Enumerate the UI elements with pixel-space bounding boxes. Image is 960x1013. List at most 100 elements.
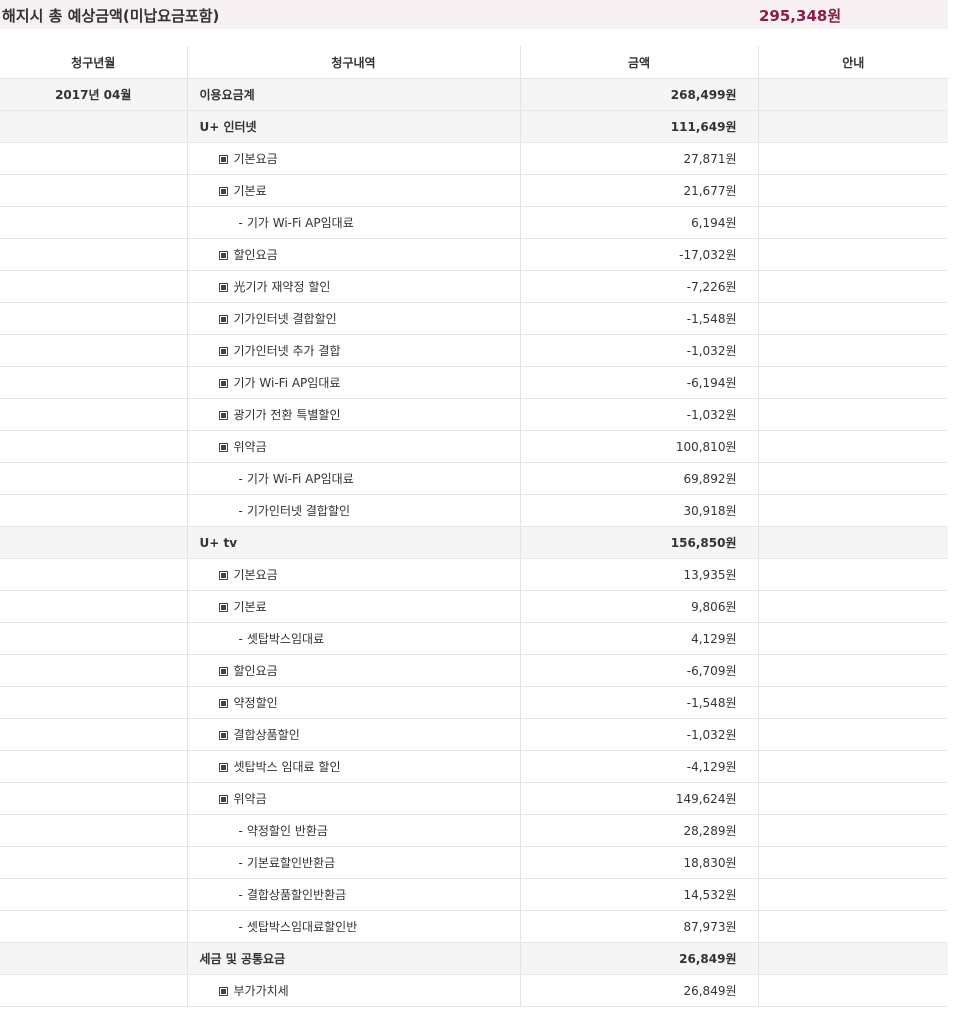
billing-month-cell [0, 686, 187, 719]
billing-item-cell: - 기가 Wi-Fi AP임대료 [186, 462, 520, 495]
filled-square-icon [218, 283, 228, 292]
billing-month-cell [0, 334, 187, 367]
billing-item-cell: 약정할인 [186, 686, 520, 719]
filled-square-icon [218, 443, 228, 452]
dash-bullet-icon: - [238, 472, 243, 486]
billing-note-cell [757, 590, 948, 623]
billing-item-cell: 결합상품할인 [186, 718, 520, 751]
filled-square-icon [218, 603, 228, 612]
table-row: - 기가 Wi-Fi AP임대료 69,892원 [0, 462, 948, 495]
billing-month-cell [0, 366, 187, 399]
filled-square-icon [218, 155, 228, 164]
total-estimate-label: 해지시 총 예상금액(미납요금포함) [2, 7, 220, 25]
billing-amount-cell: -1,032원 [519, 398, 758, 431]
billing-item-label: 셋탑박스 임대료 할인 [233, 760, 341, 774]
billing-amount-cell: 28,289원 [519, 814, 758, 847]
table-row: - 기가인터넷 결합할인 30,918원 [0, 494, 948, 527]
billing-item-cell: - 셋탑박스임대료 [186, 622, 520, 655]
header-amount: 금액 [519, 46, 758, 79]
billing-note-cell [757, 974, 948, 1007]
billing-month-cell [0, 462, 187, 495]
billing-month-cell [0, 622, 187, 655]
billing-month-cell [0, 238, 187, 271]
billing-amount-cell: 4,129원 [519, 622, 758, 655]
billing-item-label: 기가인터넷 결합할인 [246, 504, 351, 518]
billing-item-label: 위약금 [233, 440, 267, 454]
billing-amount-cell: -6,194원 [519, 366, 758, 399]
table-row: U+ tv 156,850원 [0, 526, 948, 559]
billing-detail-table: 청구년월 청구내역 금액 안내 2017년 04월 이용요금계 268,499원 U+… [0, 46, 948, 1007]
total-estimate-amount: 295,348원 [759, 7, 842, 25]
table-row: 기본료 9,806원 [0, 590, 948, 623]
table-row: U+ 인터넷 111,649원 [0, 110, 948, 143]
filled-square-icon [218, 411, 228, 420]
table-row: 기가인터넷 추가 결합 -1,032원 [0, 334, 948, 367]
billing-note-cell [757, 750, 948, 783]
billing-month-cell [0, 782, 187, 815]
billing-amount-cell: 111,649원 [519, 110, 758, 143]
filled-square-icon [218, 795, 228, 804]
billing-item-cell: 할인요금 [186, 654, 520, 687]
billing-amount-cell: 149,624원 [519, 782, 758, 815]
table-row: 기본요금 13,935원 [0, 558, 948, 591]
billing-item-cell: 기본료 [186, 174, 520, 207]
billing-month-cell [0, 430, 187, 463]
table-header-row: 청구년월 청구내역 금액 안내 [0, 46, 948, 79]
table-row: 셋탑박스 임대료 할인 -4,129원 [0, 750, 948, 783]
dash-bullet-icon: - [238, 216, 243, 230]
billing-amount-cell: 26,849원 [519, 974, 758, 1007]
billing-note-cell [757, 846, 948, 879]
filled-square-icon [218, 699, 228, 708]
billing-note-cell [757, 718, 948, 751]
billing-note-cell [757, 366, 948, 399]
billing-amount-cell: -4,129원 [519, 750, 758, 783]
billing-item-label: 기가인터넷 결합할인 [233, 312, 337, 326]
table-row: 기가인터넷 결합할인 -1,548원 [0, 302, 948, 335]
billing-item-cell: 이용요금계 [186, 78, 520, 111]
billing-note-cell [757, 654, 948, 687]
billing-month-cell [0, 398, 187, 431]
billing-item-cell: - 기가인터넷 결합할인 [186, 494, 520, 527]
billing-amount-cell: -1,032원 [519, 334, 758, 367]
billing-item-label: 이용요금계 [199, 88, 255, 102]
table-row: - 결합상품할인반환금 14,532원 [0, 878, 948, 911]
billing-note-cell [757, 782, 948, 815]
filled-square-icon [218, 315, 228, 324]
billing-item-label: 기본요금 [233, 568, 278, 582]
billing-item-label: 결합상품할인반환금 [246, 888, 347, 902]
billing-rows: 2017년 04월 이용요금계 268,499원 U+ 인터넷 111,649원기본요금… [0, 78, 948, 1007]
billing-item-label: 셋탑박스임대료할인반 [246, 920, 358, 934]
billing-note-cell [757, 814, 948, 847]
billing-item-cell: 기가 Wi-Fi AP임대료 [186, 366, 520, 399]
billing-month-cell [0, 654, 187, 687]
billing-note-cell [757, 302, 948, 335]
billing-amount-cell: 21,677원 [519, 174, 758, 207]
billing-item-label: 기가 Wi-Fi AP임대료 [246, 216, 354, 230]
filled-square-icon [218, 731, 228, 740]
table-row: 光기가 재약정 할인 -7,226원 [0, 270, 948, 303]
billing-amount-cell: 69,892원 [519, 462, 758, 495]
billing-month-cell [0, 494, 187, 527]
billing-amount-cell: -17,032원 [519, 238, 758, 271]
filled-square-icon [218, 187, 228, 196]
billing-month-cell: 2017년 04월 [0, 78, 187, 111]
header-billing-item: 청구내역 [186, 46, 520, 79]
billing-amount-cell: 9,806원 [519, 590, 758, 623]
dash-bullet-icon: - [238, 824, 243, 838]
table-row: 기본료 21,677원 [0, 174, 948, 207]
billing-note-cell [757, 142, 948, 175]
total-estimate-bar: 해지시 총 예상금액(미납요금포함) 295,348원 [0, 0, 948, 29]
filled-square-icon [218, 251, 228, 260]
filled-square-icon [218, 379, 228, 388]
billing-note-cell [757, 686, 948, 719]
billing-amount-cell: 268,499원 [519, 78, 758, 111]
billing-note-cell [757, 174, 948, 207]
billing-amount-cell: -1,032원 [519, 718, 758, 751]
billing-month-cell [0, 174, 187, 207]
table-row: - 기가 Wi-Fi AP임대료 6,194원 [0, 206, 948, 239]
billing-item-cell: U+ 인터넷 [186, 110, 520, 143]
billing-amount-cell: -6,709원 [519, 654, 758, 687]
billing-note-cell [757, 526, 948, 559]
billing-amount-cell: 26,849원 [519, 942, 758, 975]
table-row: - 약정할인 반환금 28,289원 [0, 814, 948, 847]
